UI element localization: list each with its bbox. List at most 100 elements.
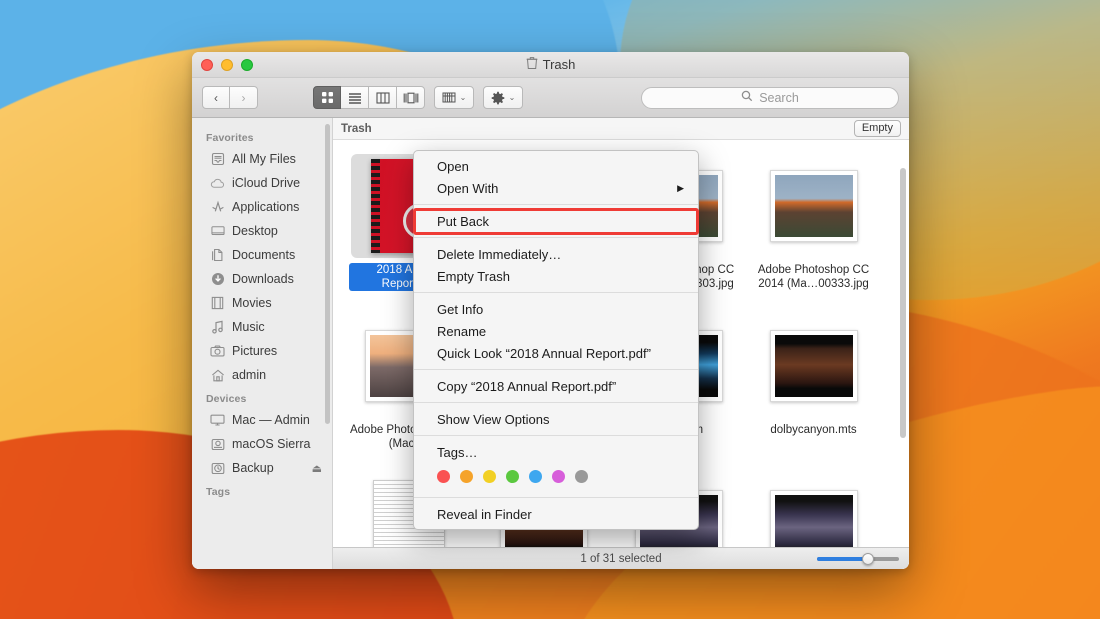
icon-size-slider[interactable] [817,553,899,565]
sidebar-label: All My Files [232,152,296,166]
menu-item-label: Delete Immediately… [437,247,561,262]
menu-item-rename[interactable]: Rename [414,320,698,342]
close-button[interactable] [201,59,213,71]
tag-color-row[interactable] [414,463,698,492]
home-icon [210,368,225,383]
maximize-button[interactable] [241,59,253,71]
tag-color-dot-4[interactable] [529,470,542,483]
menu-item-empty-trash[interactable]: Empty Trash [414,265,698,287]
menu-item-label: Empty Trash [437,269,510,284]
tag-color-dot-1[interactable] [460,470,473,483]
tag-color-dot-5[interactable] [552,470,565,483]
back-button[interactable]: ‹ [202,86,230,109]
search-input[interactable]: Search [641,87,899,109]
file-thumbnail [756,154,872,258]
menu-item-copy[interactable]: Copy “2018 Annual Report.pdf” [414,375,698,397]
traffic-light-group [201,59,253,71]
slider-knob[interactable] [862,553,874,565]
action-gear-button[interactable]: ⌄ [483,86,523,109]
forward-button[interactable]: › [230,86,258,109]
sidebar-scrollbar[interactable] [325,124,330,424]
menu-separator [414,292,698,293]
menu-item-label: Put Back [437,214,489,229]
file-thumbnail [756,474,872,547]
sidebar-label: Pictures [232,344,277,358]
tag-color-dot-6[interactable] [575,470,588,483]
menu-item-delete-immediately[interactable]: Delete Immediately… [414,243,698,265]
gallery-view-button[interactable] [397,86,425,109]
content-scrollbar[interactable] [900,168,906,438]
file-thumbnail [756,314,872,418]
menu-separator [414,204,698,205]
tag-color-dot-0[interactable] [437,470,450,483]
sidebar-item-desktop[interactable]: Desktop [192,219,332,243]
sidebar-item-pictures[interactable]: Pictures [192,339,332,363]
tag-color-dot-2[interactable] [483,470,496,483]
search-icon [741,90,753,105]
path-bar-title: Trash [341,123,372,135]
sidebar-item-music[interactable]: Music [192,315,332,339]
icon-view-button[interactable] [313,86,341,109]
menu-item-label: Open [437,159,469,174]
music-icon [210,320,225,335]
menu-item-get-info[interactable]: Get Info [414,298,698,320]
documents-icon [210,248,225,263]
context-menu[interactable]: Open Open With ▶ Put Back Delete Immedia… [413,150,699,530]
sidebar-label: Desktop [232,224,278,238]
file-item-flower-b[interactable] [746,468,881,547]
search-placeholder: Search [759,91,799,105]
menu-item-put-back[interactable]: Put Back [414,210,698,232]
sidebar-item-movies[interactable]: Movies [192,291,332,315]
sidebar-item-icloud-drive[interactable]: iCloud Drive [192,171,332,195]
arrange-by-button[interactable]: ⌄ [434,86,474,109]
column-view-button[interactable] [369,86,397,109]
sidebar-item-applications[interactable]: Applications [192,195,332,219]
menu-item-label: Copy “2018 Annual Report.pdf” [437,379,616,394]
sidebar-item-mac-admin[interactable]: Mac — Admin [192,408,332,432]
cloud-icon [210,176,225,191]
menu-item-reveal-in-finder[interactable]: Reveal in Finder [414,503,698,525]
sidebar-item-admin[interactable]: admin [192,363,332,387]
submenu-arrow-icon: ▶ [677,183,684,194]
slider-fill [817,557,868,561]
pictures-icon [210,344,225,359]
time-machine-icon [210,461,225,476]
sidebar-label: Mac — Admin [232,413,310,427]
path-bar: Trash Empty [333,118,909,140]
eject-icon[interactable]: ⏏ [312,462,322,475]
all-my-files-icon [210,152,225,167]
tag-color-dot-3[interactable] [506,470,519,483]
empty-trash-button[interactable]: Empty [854,120,901,137]
menu-item-quick-look[interactable]: Quick Look “2018 Annual Report.pdf” [414,342,698,364]
minimize-button[interactable] [221,59,233,71]
menu-separator [414,237,698,238]
photo-icon [770,170,858,242]
menu-item-label: Tags… [437,445,477,460]
menu-item-open-with[interactable]: Open With ▶ [414,177,698,199]
file-label: Adobe Photoshop CC 2014 (Ma…00333.jpg [754,263,874,291]
menu-item-show-view-options[interactable]: Show View Options [414,408,698,430]
sidebar-header-devices: Devices [192,387,332,408]
file-item-dolbycanyon[interactable]: dolbycanyon.mts [746,308,881,468]
menu-item-tags[interactable]: Tags… [414,441,698,463]
navigation-segment: ‹ › [202,86,258,109]
window-title: Trash [192,56,909,73]
window-titlebar[interactable]: Trash [192,52,909,78]
display-icon [210,413,225,428]
hard-drive-icon [210,437,225,452]
sidebar-item-downloads[interactable]: Downloads [192,267,332,291]
sidebar-label: Downloads [232,272,294,286]
downloads-icon [210,272,225,287]
sidebar-item-documents[interactable]: Documents [192,243,332,267]
desktop-icon [210,224,225,239]
video-icon [770,330,858,402]
list-view-button[interactable] [341,86,369,109]
menu-item-open[interactable]: Open [414,155,698,177]
sidebar-label: Backup [232,461,274,475]
chevron-down-icon-2: ⌄ [509,93,516,102]
file-item-photoshop-00333[interactable]: Adobe Photoshop CC 2014 (Ma…00333.jpg [746,148,881,308]
sidebar-item-macos-sierra[interactable]: macOS Sierra [192,432,332,456]
sidebar-item-all-my-files[interactable]: All My Files [192,147,332,171]
sidebar-label: macOS Sierra [232,437,311,451]
sidebar-item-backup[interactable]: Backup ⏏ [192,456,332,480]
